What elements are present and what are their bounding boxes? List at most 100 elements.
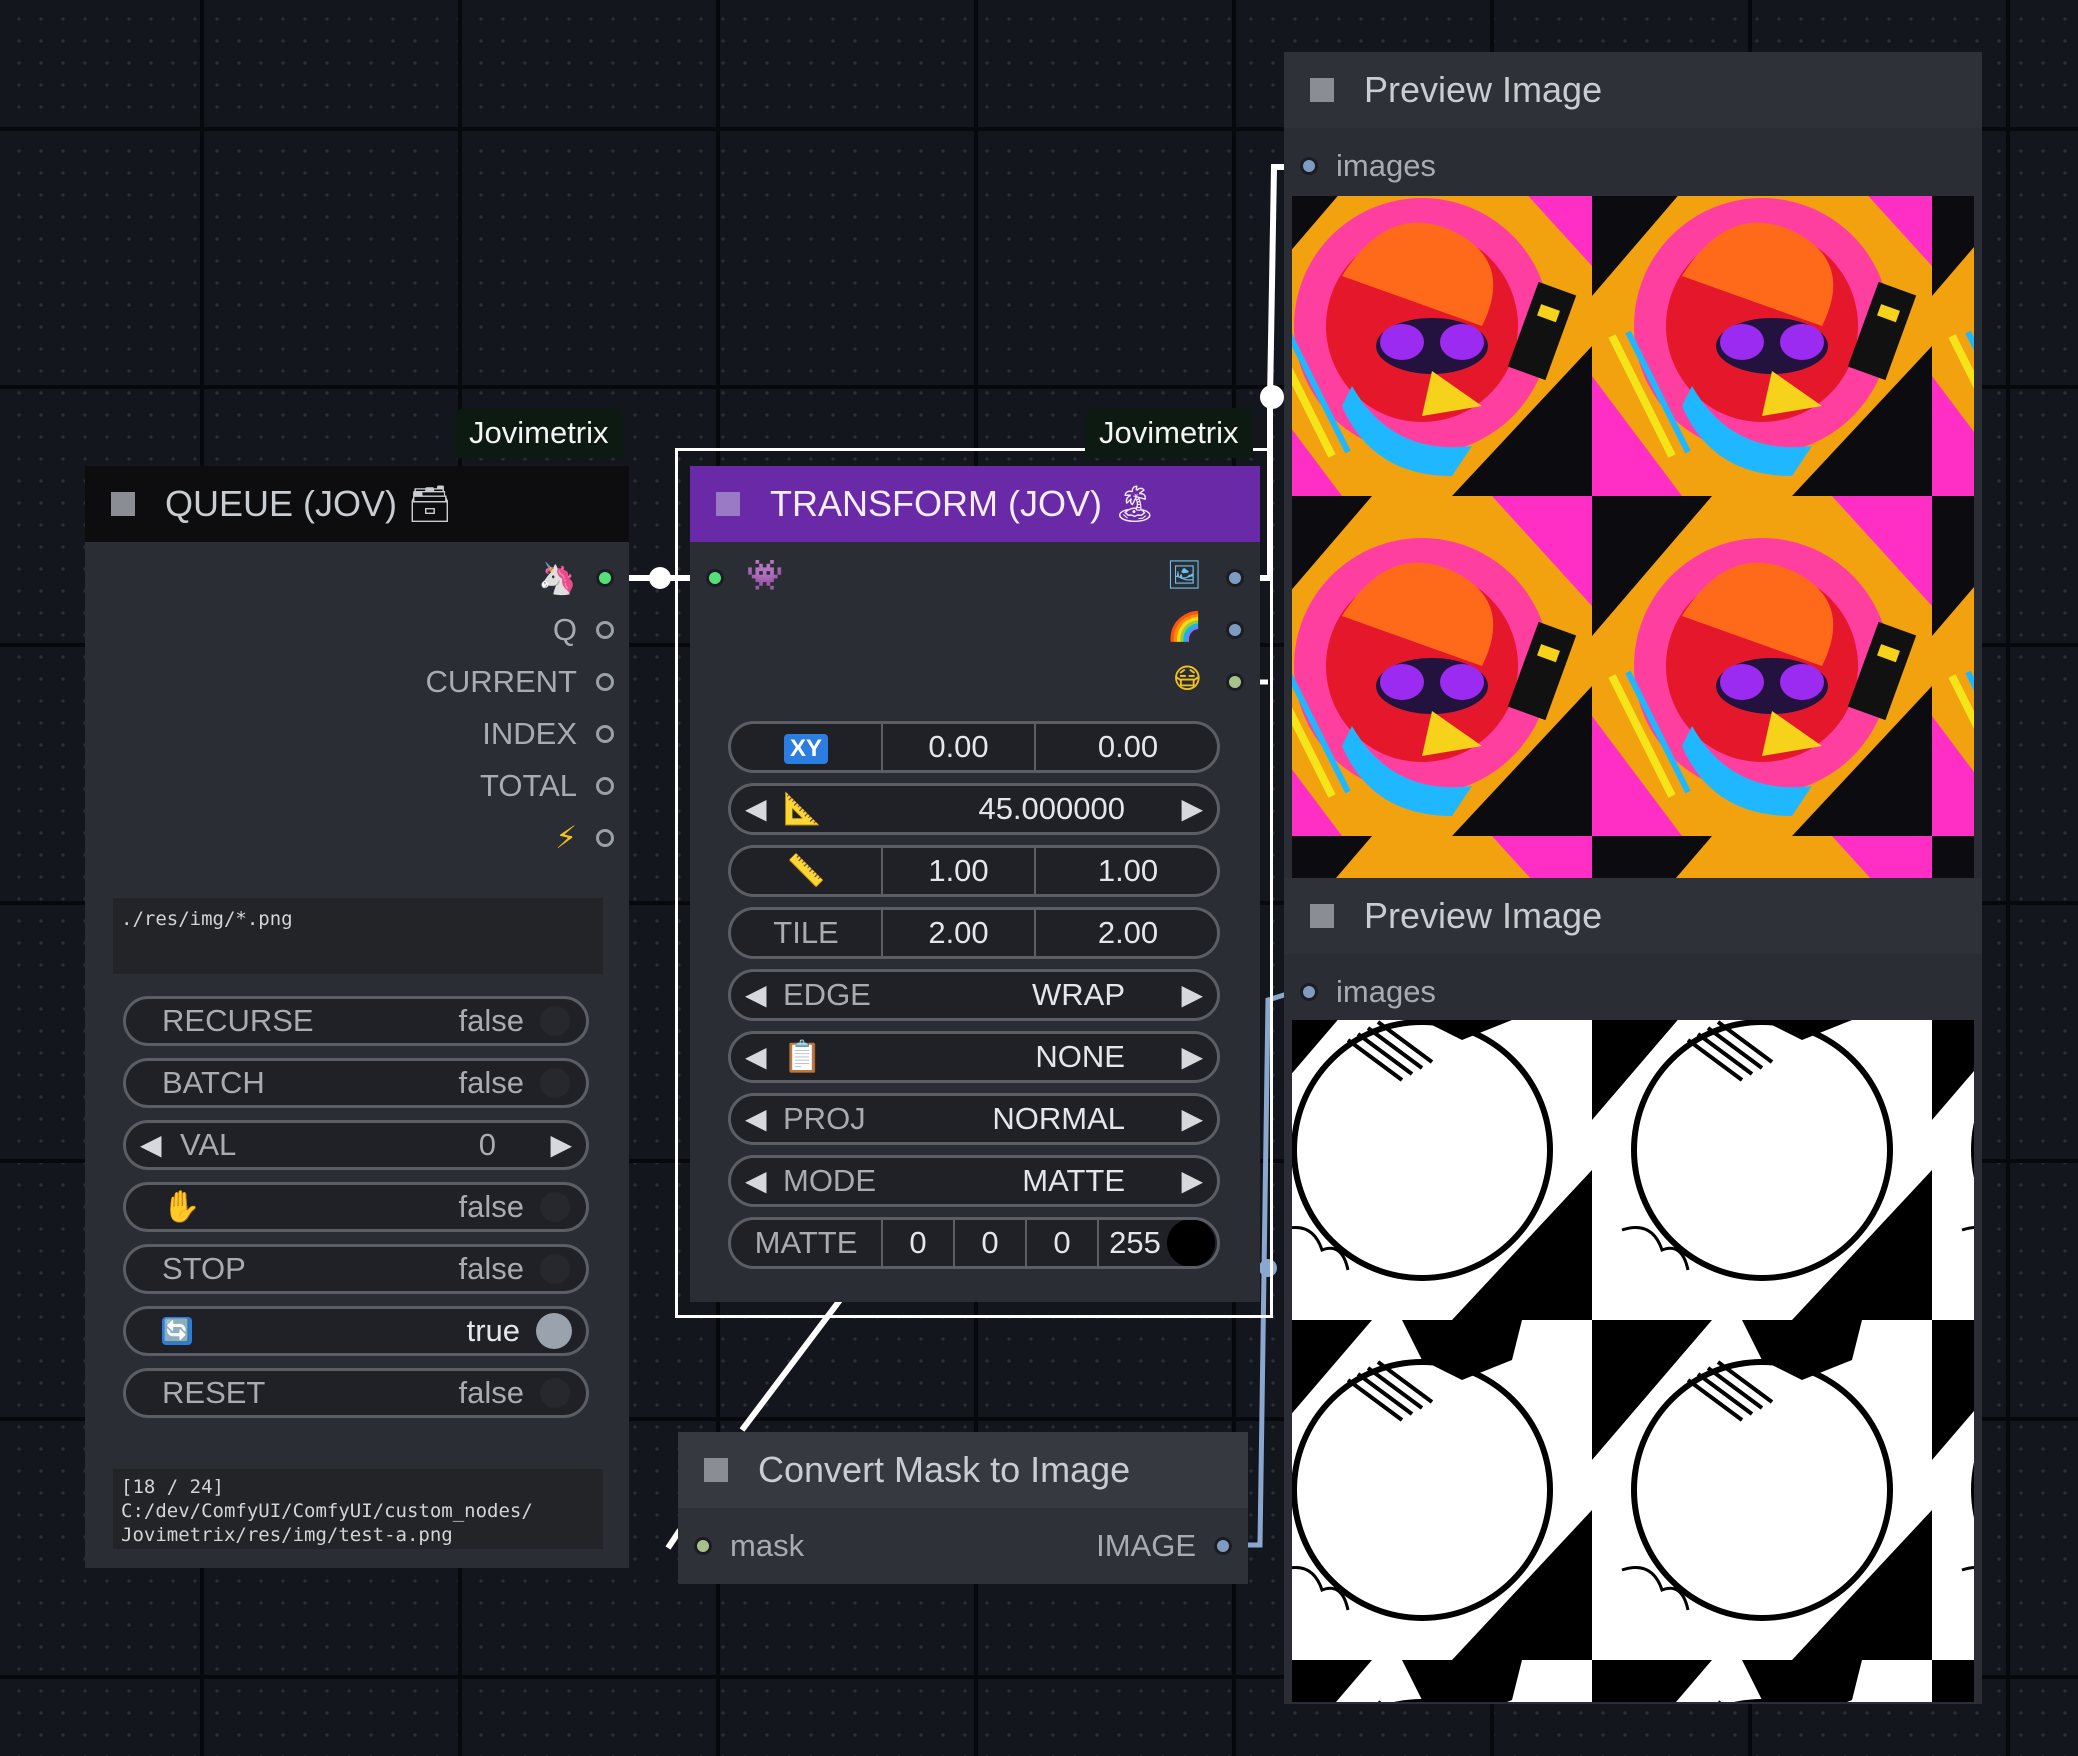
input-label-images: images [1336, 148, 1436, 183]
node-title: Preview Image [1364, 69, 1603, 110]
rainbow-icon: 🌈 [1167, 610, 1202, 643]
output-socket-q[interactable] [596, 621, 614, 639]
tile-x-value[interactable]: 2.00 [881, 910, 1034, 956]
toggle-knob [536, 1313, 572, 1349]
offset-xy-widget[interactable]: XY 0.00 0.00 [728, 721, 1220, 773]
preview-titlebar[interactable]: Preview Image [1284, 878, 1982, 954]
increment-arrow-icon[interactable]: ▶ [1181, 972, 1203, 1018]
decrement-arrow-icon[interactable]: ◀ [745, 1034, 767, 1080]
transform-titlebar[interactable]: TRANSFORM (JOV) 🏝 [690, 466, 1260, 542]
size-widget[interactable]: 📏 1.00 1.00 [728, 845, 1220, 897]
increment-arrow-icon[interactable]: ▶ [1181, 1096, 1203, 1142]
alien-icon: 👾 [746, 558, 784, 593]
queue-status: [18 / 24] C:/dev/ComfyUI/ComfyUI/custom_… [113, 1469, 603, 1549]
output-label-image: IMAGE [1096, 1528, 1196, 1563]
collapse-toggle[interactable] [1310, 78, 1334, 102]
output-socket-index[interactable] [596, 725, 614, 743]
toggle-knob [540, 1254, 570, 1284]
mask-face-icon: 😷 [1172, 662, 1202, 695]
matte-b-value[interactable]: 0 [1025, 1220, 1097, 1266]
lightning-icon: ⚡ [555, 820, 577, 856]
node-badge-queue: Jovimetrix [455, 408, 623, 458]
loop-toggle[interactable]: 🔄 true [123, 1306, 589, 1356]
val-stepper[interactable]: ◀ VAL 0 ▶ [123, 1120, 589, 1170]
size-x-value[interactable]: 1.00 [881, 848, 1034, 894]
hold-toggle[interactable]: ✋ false [123, 1182, 589, 1232]
increment-arrow-icon[interactable]: ▶ [1181, 1034, 1203, 1080]
matte-r-value[interactable]: 0 [881, 1220, 953, 1266]
toggle-knob [540, 1006, 570, 1036]
decrement-arrow-icon[interactable]: ◀ [745, 1096, 767, 1142]
output-label-q: Q [552, 612, 577, 647]
node-badge-transform: Jovimetrix [1085, 408, 1253, 458]
queue-titlebar[interactable]: QUEUE (JOV) 🗃 [85, 466, 629, 542]
matte-color-swatch[interactable] [1167, 1220, 1215, 1266]
output-socket-trigger[interactable] [596, 829, 614, 847]
output-label-any: 🦄 [538, 561, 577, 597]
output-socket-rgb[interactable] [1226, 621, 1244, 639]
input-socket-pixel[interactable] [706, 569, 724, 587]
convert-mask-node[interactable]: Convert Mask to Image mask IMAGE [678, 1432, 1248, 1584]
increment-arrow-icon[interactable]: ▶ [1181, 1158, 1203, 1204]
path-textarea[interactable]: ./res/img/*.png [113, 898, 603, 974]
link-midpoint [649, 567, 671, 589]
output-socket-total[interactable] [596, 777, 614, 795]
input-socket-images[interactable] [1300, 157, 1318, 175]
size-y-value[interactable]: 1.00 [1034, 848, 1217, 894]
decrement-arrow-icon[interactable]: ◀ [745, 1158, 767, 1204]
increment-arrow-icon[interactable]: ▶ [550, 1123, 572, 1167]
image-icon: 🖼 [1166, 558, 1202, 591]
collapse-toggle[interactable] [111, 492, 135, 516]
offset-x-value[interactable]: 0.00 [881, 724, 1034, 770]
queue-node[interactable]: QUEUE (JOV) 🗃 🦄 Q CURRENT INDEX TOTAL ⚡ … [85, 466, 629, 1568]
output-socket-image[interactable] [1226, 569, 1244, 587]
output-label-current: CURRENT [425, 664, 577, 699]
preview-image-color[interactable] [1292, 196, 1974, 878]
mirror-combo[interactable]: ◀ 📋 NONE ▶ [728, 1031, 1220, 1083]
recurse-toggle[interactable]: RECURSE false [123, 996, 589, 1046]
collapse-toggle[interactable] [716, 492, 740, 516]
decrement-arrow-icon[interactable]: ◀ [140, 1123, 162, 1167]
input-socket-images[interactable] [1300, 983, 1318, 1001]
preview-titlebar[interactable]: Preview Image [1284, 52, 1982, 128]
matte-label: MATTE [754, 1225, 858, 1260]
proj-combo[interactable]: ◀ PROJ NORMAL ▶ [728, 1093, 1220, 1145]
node-title: QUEUE (JOV) 🗃 [165, 483, 453, 524]
increment-arrow-icon[interactable]: ▶ [1181, 786, 1203, 832]
output-socket-current[interactable] [596, 673, 614, 691]
triangle-ruler-icon: 📐 [783, 791, 822, 827]
batch-toggle[interactable]: BATCH false [123, 1058, 589, 1108]
preview-image-mask[interactable] [1292, 1020, 1974, 1702]
edge-combo[interactable]: ◀ EDGE WRAP ▶ [728, 969, 1220, 1021]
decrement-arrow-icon[interactable]: ◀ [745, 972, 767, 1018]
mode-combo[interactable]: ◀ MODE MATTE ▶ [728, 1155, 1220, 1207]
collapse-toggle[interactable] [1310, 904, 1334, 928]
toggle-knob [540, 1378, 570, 1408]
preview-image-node[interactable]: Preview Image images [1284, 878, 1982, 1704]
tile-label: TILE [773, 915, 839, 950]
matte-color-widget[interactable]: MATTE 0 0 0 255 [728, 1217, 1220, 1269]
convert-titlebar[interactable]: Convert Mask to Image [678, 1432, 1248, 1508]
loop-icon: 🔄 [162, 1317, 192, 1345]
output-socket-image[interactable] [1214, 1537, 1232, 1555]
input-socket-mask[interactable] [694, 1537, 712, 1555]
matte-a-value[interactable]: 255 [1097, 1220, 1171, 1266]
decrement-arrow-icon[interactable]: ◀ [745, 786, 767, 832]
toggle-knob [540, 1068, 570, 1098]
tile-widget[interactable]: TILE 2.00 2.00 [728, 907, 1220, 959]
node-title: Convert Mask to Image [758, 1449, 1131, 1490]
offset-y-value[interactable]: 0.00 [1034, 724, 1217, 770]
output-label-index: INDEX [482, 716, 577, 751]
preview-image-node[interactable]: Preview Image images [1284, 52, 1982, 900]
output-socket-mask[interactable] [1226, 673, 1244, 691]
input-label-mask: mask [730, 1528, 805, 1563]
reset-toggle[interactable]: RESET false [123, 1368, 589, 1418]
collapse-toggle[interactable] [704, 1458, 728, 1482]
angle-widget[interactable]: ◀ 📐 45.000000 ▶ [728, 783, 1220, 835]
xy-icon: XY [783, 733, 828, 764]
tile-y-value[interactable]: 2.00 [1034, 910, 1217, 956]
matte-g-value[interactable]: 0 [953, 1220, 1025, 1266]
node-title: TRANSFORM (JOV) 🏝 [770, 483, 1158, 524]
stop-toggle[interactable]: STOP false [123, 1244, 589, 1294]
output-socket-any[interactable] [596, 569, 614, 587]
